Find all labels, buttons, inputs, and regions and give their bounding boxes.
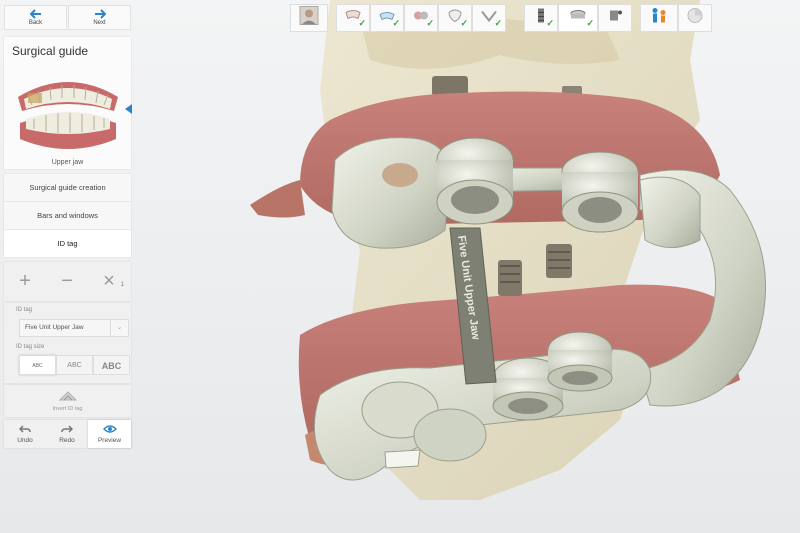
workflow-step-guide[interactable]: ✓ — [558, 4, 598, 32]
next-label: Next — [93, 20, 106, 26]
people-icon — [649, 8, 669, 29]
invert-label: Invert ID tag — [52, 406, 83, 412]
export-icon — [687, 8, 703, 29]
id-tag-input[interactable]: Five Unit Upper Jaw ⌄ — [19, 319, 129, 337]
size-large-button[interactable]: ABC — [93, 355, 130, 375]
id-tag-settings: ID tag Five Unit Upper Jaw ⌄ ID tag size… — [4, 303, 131, 383]
tag-tools: + − × 1 — [4, 262, 131, 301]
back-button[interactable]: Back — [4, 5, 67, 30]
arrow-right-icon — [69, 8, 130, 20]
panel-title: Surgical guide — [12, 44, 89, 58]
remove-button[interactable]: − — [46, 262, 88, 301]
implant-icon — [537, 8, 545, 29]
back-label: Back — [28, 20, 43, 26]
id-tag-label: ID tag — [16, 307, 33, 313]
redo-label: Redo — [59, 437, 75, 444]
undo-icon — [4, 423, 46, 437]
check-icon: ✓ — [586, 18, 594, 28]
step-list: Surgical guide creation Bars and windows… — [4, 174, 131, 258]
undo-label: Undo — [17, 437, 33, 444]
check-icon: ✓ — [426, 18, 434, 28]
jaw-label: Upper jaw — [51, 159, 84, 166]
add-button[interactable]: + — [4, 262, 46, 301]
upper-sleeve-right — [561, 151, 639, 233]
jaw-thumbnail[interactable] — [10, 67, 126, 155]
patient-icon — [299, 6, 319, 31]
workflow-step-tooth[interactable]: ✓ — [438, 4, 472, 32]
guide-upper-left — [331, 137, 451, 249]
id-tag-size-selector: ABC ABC ABC — [19, 355, 131, 375]
workflow-step-align[interactable]: ✓ — [404, 4, 438, 32]
redo-button[interactable]: Redo — [46, 420, 88, 448]
sleeve-icon — [606, 9, 624, 28]
workflow-step-implant[interactable]: ✓ — [524, 4, 558, 32]
size-small-button[interactable]: ABC — [19, 355, 56, 375]
id-tag-value: Five Unit Upper Jaw — [25, 324, 84, 331]
check-icon: ✓ — [546, 18, 554, 28]
workflow-step-patient[interactable] — [290, 4, 328, 32]
workflow-step-people[interactable] — [640, 4, 678, 32]
delete-button[interactable]: × 1 — [88, 262, 130, 301]
jaw-selector-card: Surgical guide Upper jaw — [4, 37, 132, 169]
eye-icon — [88, 423, 131, 437]
size-medium-button[interactable]: ABC — [56, 355, 93, 375]
workflow-step-scan-import[interactable]: ✓ — [370, 4, 404, 32]
plus-icon: + — [19, 270, 31, 292]
workflow-step-sleeve[interactable] — [598, 4, 632, 32]
arrow-left-icon — [5, 8, 66, 20]
check-icon: ✓ — [494, 18, 502, 28]
check-icon: ✓ — [460, 18, 468, 28]
tag-count: 1 — [120, 282, 124, 288]
next-button[interactable]: Next — [68, 5, 131, 30]
check-icon: ✓ — [358, 18, 366, 28]
check-icon: ✓ — [392, 18, 400, 28]
upper-sleeve-left — [436, 137, 514, 225]
chevron-down-icon[interactable]: ⌄ — [110, 320, 128, 336]
jaw-pointer-icon — [125, 104, 132, 114]
undo-button[interactable]: Undo — [4, 420, 46, 448]
preview-label: Preview — [97, 437, 122, 444]
guide-icon — [569, 9, 587, 28]
step-bars-and-windows[interactable]: Bars and windows — [4, 202, 131, 230]
preview-button[interactable]: Preview — [88, 420, 131, 448]
workflow-step-jaw[interactable]: ✓ — [472, 4, 506, 32]
invert-id-tag-button[interactable]: Invert ID tag — [4, 385, 131, 417]
workflow-step-export[interactable] — [678, 4, 712, 32]
minus-icon: − — [61, 270, 73, 292]
close-icon: × — [103, 270, 115, 292]
step-surgical-guide-creation[interactable]: Surgical guide creation — [4, 174, 131, 202]
lower-sleeve-right — [547, 331, 613, 392]
redo-icon — [46, 423, 88, 437]
workflow-step-scan[interactable]: ✓ — [336, 4, 370, 32]
id-tag-size-label: ID tag size — [16, 344, 45, 350]
step-id-tag[interactable]: ID tag — [4, 230, 131, 258]
history-bar: Undo Redo Preview — [4, 420, 131, 448]
